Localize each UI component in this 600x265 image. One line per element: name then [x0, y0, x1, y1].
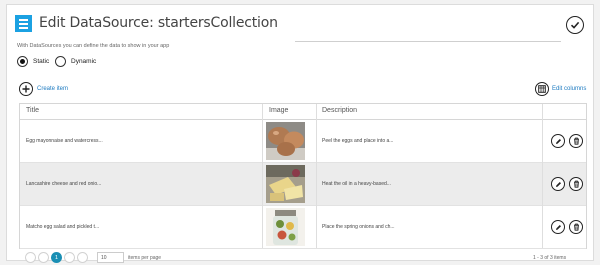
pager-prev-button[interactable] [38, 252, 49, 263]
pencil-icon [555, 138, 561, 144]
datasource-menu-icon [15, 15, 32, 32]
pager-current-page[interactable]: 1 [51, 252, 62, 263]
create-item-button[interactable]: Create item [19, 82, 68, 96]
pager-summary: 1 - 3 of 3 items [533, 255, 567, 261]
dialog-title: Edit DataSource: startersCollection [39, 15, 278, 31]
edit-row-button[interactable] [551, 134, 565, 148]
radio-static-label: Static [33, 58, 50, 65]
edit-row-button[interactable] [551, 220, 565, 234]
confirm-button[interactable] [566, 16, 584, 34]
items-per-page-label: items per page [128, 255, 162, 261]
plus-icon [19, 82, 33, 96]
pickle-jar-photo [266, 208, 305, 246]
edit-columns-label[interactable]: Edit columns [552, 86, 586, 92]
pager-last-button[interactable] [77, 252, 88, 263]
cell-title: Matcho egg salad and pickled t... [26, 224, 100, 230]
title-divider [295, 41, 561, 42]
column-header-title[interactable]: Title [26, 107, 39, 114]
edit-row-button[interactable] [551, 177, 565, 191]
table-row[interactable]: Lancashire cheese and red onio... Heat t… [20, 163, 586, 206]
grid-header: Title Image Description [20, 104, 586, 120]
column-divider [262, 104, 263, 248]
delete-row-button[interactable] [569, 134, 583, 148]
columns-icon [535, 82, 549, 96]
edit-columns-button[interactable]: Edit columns [535, 82, 586, 96]
delete-row-button[interactable] [569, 220, 583, 234]
cell-title: Lancashire cheese and red onio... [26, 181, 102, 187]
cell-description: Heat the oil in a heavy-based... [322, 181, 391, 187]
table-row[interactable]: Matcho egg salad and pickled t... Place … [20, 206, 586, 249]
table-row[interactable]: Egg mayonnaise and watercress... Peel th… [20, 120, 586, 163]
cell-title: Egg mayonnaise and watercress... [26, 138, 103, 144]
column-header-description[interactable]: Description [322, 107, 357, 114]
radio-static-indicator[interactable] [17, 56, 28, 67]
radio-dynamic-indicator[interactable] [55, 56, 66, 67]
eggs-photo [266, 122, 305, 160]
trash-icon [573, 137, 579, 145]
radio-static[interactable]: Static [17, 56, 49, 67]
trash-icon [573, 223, 579, 231]
page-size-select[interactable]: 10 [97, 252, 124, 263]
create-item-label[interactable]: Create item [37, 86, 68, 92]
cheese-photo [266, 165, 305, 203]
pencil-icon [555, 224, 561, 230]
radio-dynamic-label: Dynamic [71, 58, 97, 65]
column-divider [542, 104, 543, 248]
datasource-dialog: Edit DataSource: startersCollection With… [6, 4, 594, 263]
dialog-description: With DataSources you can define the data… [17, 43, 170, 49]
column-divider [316, 104, 317, 248]
cell-description: Place the spring onions and ch... [322, 224, 395, 230]
pencil-icon [555, 181, 561, 187]
cell-description: Peel the eggs and place into a... [322, 138, 394, 144]
column-header-image[interactable]: Image [269, 107, 288, 114]
pager-next-button[interactable] [64, 252, 75, 263]
checkmark-icon [570, 21, 580, 29]
trash-icon [573, 180, 579, 188]
delete-row-button[interactable] [569, 177, 583, 191]
radio-dynamic[interactable]: Dynamic [55, 56, 96, 67]
pager-first-button[interactable] [25, 252, 36, 263]
data-grid: Title Image Description Egg mayonnaise a… [19, 103, 587, 263]
